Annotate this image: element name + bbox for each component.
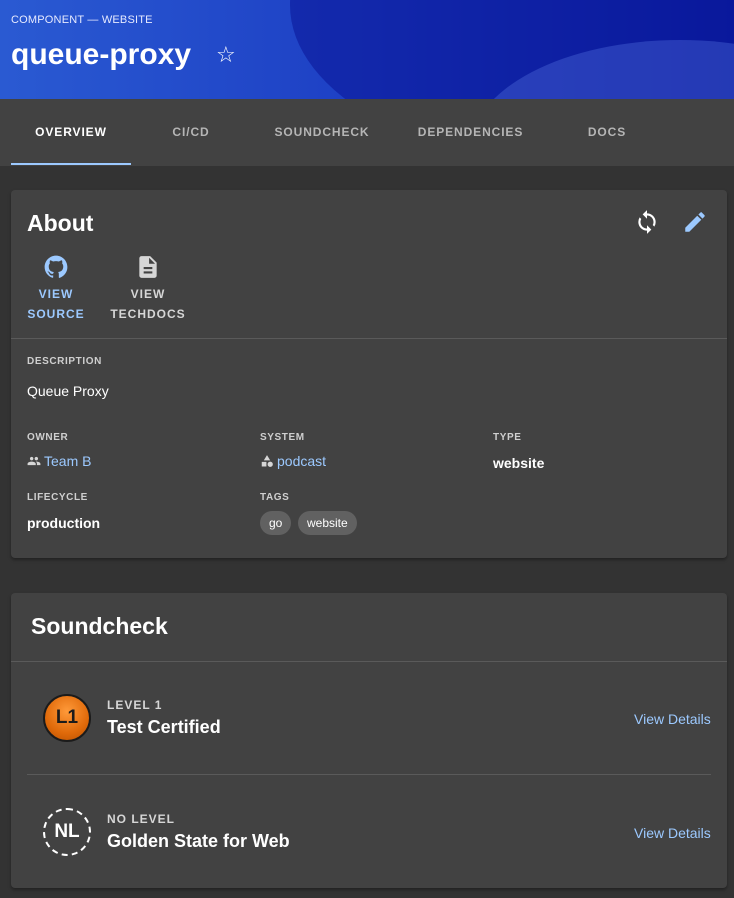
- description-label: DESCRIPTION: [27, 356, 102, 367]
- view-source-line2: SOURCE: [27, 307, 85, 321]
- tab-bar: OVERVIEW CI/CD SOUNDCHECK DEPENDENCIES D…: [0, 99, 734, 166]
- owner-value: Team B: [44, 453, 92, 469]
- certification-name: Test Certified: [107, 717, 221, 737]
- tab-soundcheck[interactable]: SOUNDCHECK: [251, 99, 393, 166]
- github-icon: [44, 255, 68, 278]
- group-icon: [27, 456, 41, 466]
- sync-icon[interactable]: [634, 209, 660, 235]
- page-title: queue-proxy: [11, 38, 192, 71]
- owner-link[interactable]: Team B: [27, 453, 91, 469]
- view-details-link[interactable]: View Details: [634, 711, 711, 727]
- tab-cicd[interactable]: CI/CD: [131, 99, 251, 166]
- owner-label: OWNER: [27, 432, 69, 443]
- lifecycle-value: production: [27, 515, 101, 531]
- certification-name: Golden State for Web: [107, 831, 290, 851]
- tab-dependencies[interactable]: DEPENDENCIES: [393, 99, 548, 166]
- tab-docs[interactable]: DOCS: [548, 99, 666, 166]
- description-value: Queue Proxy: [27, 383, 109, 399]
- about-divider: [11, 338, 727, 339]
- view-techdocs-line1: VIEW: [130, 287, 166, 301]
- level-label: NO LEVEL: [107, 812, 176, 826]
- soundcheck-card: Soundcheck L1 LEVEL 1 Test Certified Vie…: [11, 593, 727, 888]
- system-value: podcast: [277, 453, 327, 469]
- system-label: SYSTEM: [260, 432, 305, 443]
- star-icon[interactable]: ☆: [216, 44, 236, 66]
- view-techdocs-link[interactable]: VIEW TECHDOCS: [107, 254, 189, 324]
- view-details-link[interactable]: View Details: [634, 825, 711, 841]
- view-techdocs-line2: TECHDOCS: [110, 307, 186, 321]
- view-source-line1: VIEW: [38, 287, 74, 301]
- item-divider: [27, 774, 711, 775]
- type-value: website: [493, 455, 545, 471]
- about-title: About: [27, 210, 94, 236]
- level-badge: NL: [43, 808, 91, 856]
- level-badge: L1: [43, 694, 91, 742]
- tag-chip[interactable]: website: [298, 511, 357, 535]
- lifecycle-label: LIFECYCLE: [27, 492, 88, 503]
- document-icon: [139, 256, 157, 278]
- type-label: TYPE: [493, 432, 522, 443]
- soundcheck-divider: [11, 661, 727, 662]
- entity-kind-label: COMPONENT — WEBSITE: [11, 14, 153, 26]
- system-link[interactable]: podcast: [260, 453, 326, 469]
- entity-header: COMPONENT — WEBSITE queue-proxy ☆: [0, 0, 734, 99]
- about-card: About VIEW SOURCE VIEW TECHDOCS DESCRIPT…: [11, 190, 727, 558]
- tag-chip[interactable]: go: [260, 511, 292, 535]
- level-label: LEVEL 1: [107, 698, 163, 712]
- tags-label: TAGS: [260, 492, 290, 503]
- tab-overview[interactable]: OVERVIEW: [11, 99, 131, 166]
- view-source-link[interactable]: VIEW SOURCE: [25, 254, 87, 324]
- active-tab-indicator: [11, 163, 131, 165]
- category-icon: [261, 455, 273, 467]
- soundcheck-title: Soundcheck: [31, 613, 168, 639]
- pencil-icon[interactable]: [682, 209, 708, 235]
